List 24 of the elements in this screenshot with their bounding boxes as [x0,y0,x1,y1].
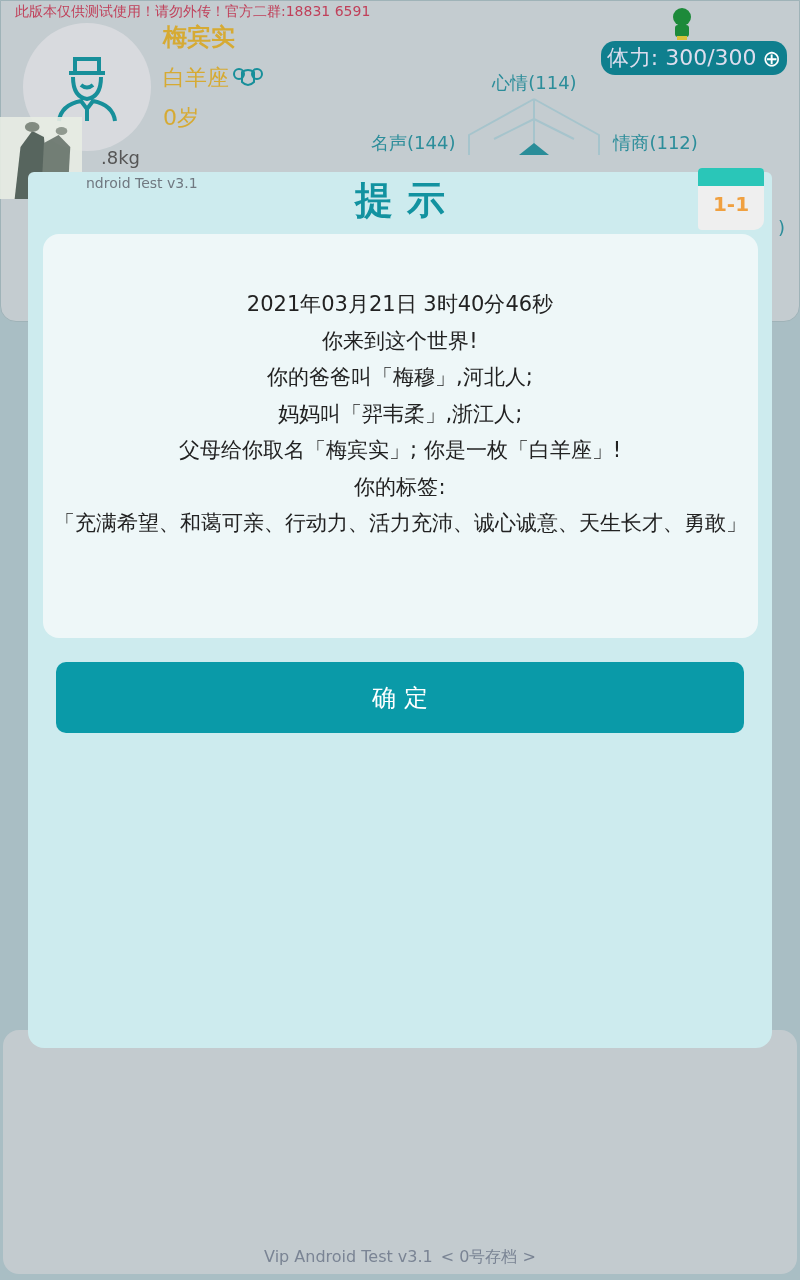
radar-label: 心情(114) [492,71,577,95]
age: 0岁 [163,104,200,132]
radar-label: ) [777,217,785,238]
message-line: 2021年03月21日 3时40分46秒 [245,291,555,318]
dialog-title: 提 示 [355,177,445,224]
weight-value: .8kg [101,146,141,170]
day-number: 1-1 [712,192,750,216]
add-stamina-button[interactable]: ⊕ [762,45,781,71]
message-line: 父母给你取名「梅宾实」; 你是一枚「白羊座」! [177,437,623,464]
zodiac-sign: 白羊座 [163,64,229,92]
message-line: 「充满希望、和蔼可亲、行动力、活力充沛、诚心诚意、天生长才、勇敢」 [52,510,748,537]
message-line: 你来到这个世界! [321,327,479,355]
save-slot-link[interactable]: < 0号存档 > [440,1247,536,1268]
radar-label: 情商(112) [613,131,698,155]
message-line: 妈妈叫「羿韦柔」,浙江人; [276,400,524,428]
version-label: Vip Android Test v3.1 [264,1247,433,1268]
notice-text: 此版本仅供测试使用！请勿外传！官方二群:18831 6591 [14,2,372,21]
message-line: 你的爸爸叫「梅穆」,河北人; [266,364,534,391]
version-text: ndroid Test v3.1 [86,175,198,191]
message-line: 你的标签: [353,473,447,501]
player-name: 梅宾实 [163,22,236,53]
stamina-label: 体力: 300/300 [606,44,757,72]
confirm-button[interactable]: 确 定 [56,662,744,733]
radar-label: 名声(144) [371,131,456,155]
